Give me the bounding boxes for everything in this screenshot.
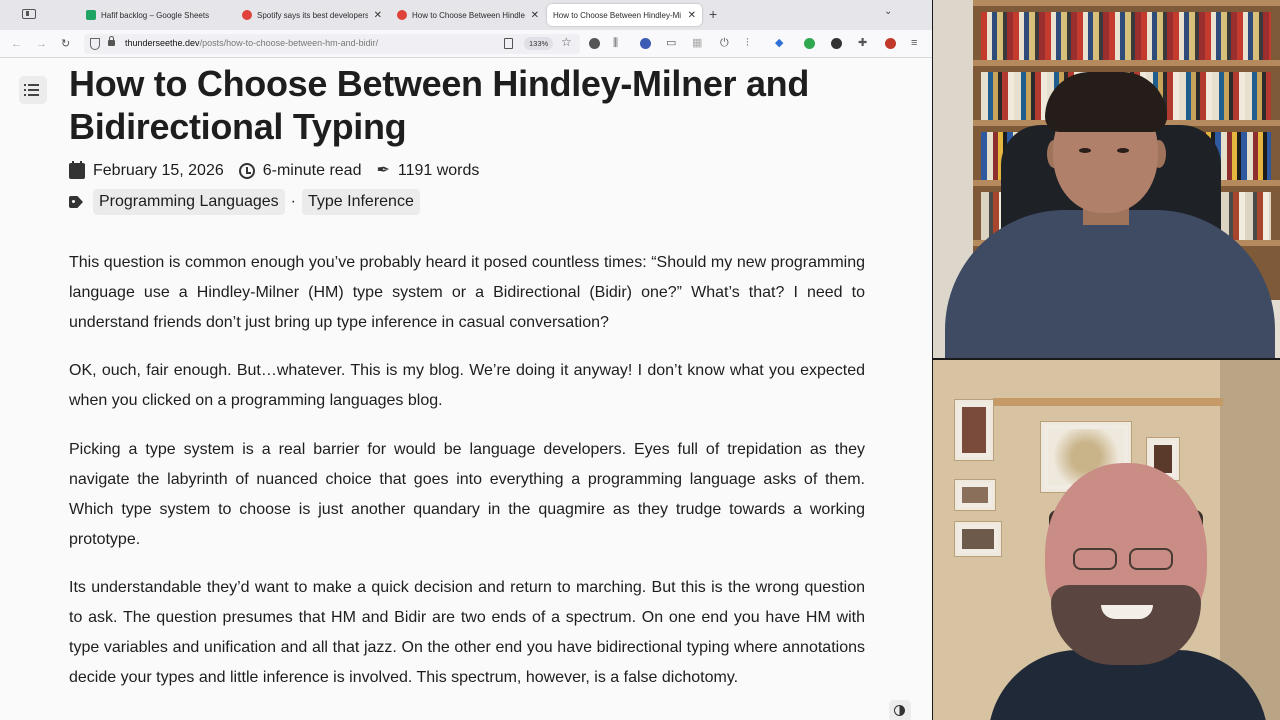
paragraph-4: Its understandable they’d want to make a… — [69, 579, 865, 686]
url-bar[interactable]: thunderseethe.dev/posts/how-to-choose-be… — [84, 34, 580, 54]
person-eye — [1117, 148, 1129, 153]
shelf-board — [973, 60, 1280, 66]
tab-bar: Hafif backlog – Google Sheets Spotify sa… — [0, 0, 932, 30]
tab-label: Spotify says its best developers — [257, 10, 368, 20]
person-torso — [945, 210, 1275, 358]
close-tab-icon[interactable]: ✕ — [374, 10, 382, 21]
close-tab-icon[interactable]: ✕ — [688, 10, 696, 21]
feather-icon: ✒ — [376, 162, 390, 179]
word-count: 1191 words — [397, 162, 480, 179]
equalizer-icon[interactable]: ⫶ — [746, 35, 749, 51]
bookmark-star-icon[interactable]: ☆ — [561, 35, 572, 49]
tab-how-to-choose-1[interactable]: How to Choose Between Hindle ✕ — [391, 4, 545, 26]
sheets-favicon-icon — [86, 10, 96, 20]
url-text[interactable]: thunderseethe.dev/posts/how-to-choose-be… — [125, 38, 378, 48]
sidebar-toggle-icon[interactable] — [22, 9, 36, 19]
webcam-feed-top — [933, 0, 1280, 358]
menu-hamburger-icon[interactable]: ≡ — [911, 35, 917, 51]
extension-gem-icon[interactable]: ◆ — [775, 35, 783, 51]
extension-green-icon[interactable] — [804, 38, 815, 49]
browser-window: Hafif backlog – Google Sheets Spotify sa… — [0, 0, 932, 720]
article-title: How to Choose Between Hindley-Milner and… — [69, 63, 810, 147]
picture-frame — [955, 480, 995, 510]
paragraph-2: OK, ouch, fair enough. But…whatever. Thi… — [69, 362, 865, 409]
clock-icon — [238, 163, 255, 179]
reload-icon[interactable]: ↻ — [61, 36, 70, 52]
site-favicon-icon — [397, 10, 407, 20]
toc-dot — [24, 89, 26, 91]
paragraph-1: This question is common enough you’ve pr… — [69, 254, 865, 331]
tracking-shield-icon[interactable] — [90, 38, 100, 50]
lock-icon[interactable] — [108, 36, 115, 46]
extensions-puzzle-icon[interactable]: ✚ — [858, 35, 867, 51]
tab-label: How to Choose Between Hindle — [412, 10, 525, 20]
picture-frame — [955, 400, 993, 460]
site-favicon-icon — [242, 10, 252, 20]
theme-toggle-icon[interactable] — [889, 700, 911, 720]
forward-arrow-icon[interactable]: → — [36, 36, 47, 52]
extension-circle-icon[interactable] — [589, 38, 600, 49]
extension-globe-icon[interactable] — [640, 38, 651, 49]
table-of-contents-icon[interactable] — [19, 76, 47, 104]
tab-google-sheets[interactable]: Hafif backlog – Google Sheets — [80, 4, 240, 26]
zoom-level-badge[interactable]: 133% — [524, 37, 554, 50]
toc-line — [28, 94, 39, 96]
calendar-icon — [69, 161, 85, 179]
person-smile — [1101, 605, 1153, 619]
tag-type-inference[interactable]: Type Inference — [302, 189, 420, 215]
nav-toolbar: ← → ↻ thunderseethe.dev/posts/how-to-cho… — [0, 30, 932, 58]
toc-dot — [24, 94, 26, 96]
person-eye — [1079, 148, 1091, 153]
post-date: February 15, 2026 — [93, 162, 224, 179]
back-arrow-icon[interactable]: ← — [11, 36, 22, 52]
url-path: /posts/how-to-choose-between-hm-and-bidi… — [199, 38, 379, 48]
tab-list-chevron-icon[interactable]: ⌄ — [884, 6, 892, 17]
sidebar-icon[interactable]: ▭ — [666, 35, 676, 51]
tag-programming-languages[interactable]: Programming Languages — [93, 189, 285, 215]
toc-line — [28, 84, 39, 86]
screenshot-icon[interactable]: ▦ — [692, 35, 702, 51]
tag-separator: · — [290, 193, 296, 210]
extension-red-icon[interactable] — [885, 38, 896, 49]
picture-frame — [955, 522, 1001, 556]
glasses-lens — [1129, 548, 1173, 570]
close-tab-icon[interactable]: ✕ — [531, 10, 539, 21]
tab-how-to-choose-active[interactable]: How to Choose Between Hindley-Mi ✕ — [547, 4, 702, 26]
post-meta: February 15, 2026 6-minute read ✒ 1191 w… — [69, 161, 480, 180]
page-content: How to Choose Between Hindley-Milner and… — [0, 58, 932, 720]
paragraph-3: Picking a type system is a real barrier … — [69, 441, 865, 548]
post-tags: Programming Languages · Type Inference — [69, 189, 420, 215]
url-host: thunderseethe.dev — [125, 38, 200, 48]
new-tab-button[interactable]: + — [709, 6, 717, 22]
shelf-board — [973, 0, 1280, 6]
library-icon[interactable]: ⫼ — [613, 35, 618, 51]
read-time: 6-minute read — [262, 162, 362, 179]
book-row — [981, 12, 1271, 60]
toc-line — [28, 89, 39, 91]
tab-label: How to Choose Between Hindley-Mi — [553, 10, 682, 20]
tab-label: Hafif backlog – Google Sheets — [101, 10, 210, 20]
wall-shelf — [993, 398, 1223, 406]
glasses-lens — [1073, 548, 1117, 570]
tab-spotify-article[interactable]: Spotify says its best developers ✕ — [236, 4, 388, 26]
extension-dark-icon[interactable] — [831, 38, 842, 49]
tag-icon — [69, 196, 83, 208]
toc-dot — [24, 84, 26, 86]
power-icon[interactable]: ⏻ — [720, 35, 729, 51]
person-hair — [1045, 72, 1167, 132]
webcam-feed-bottom — [933, 360, 1280, 720]
reader-view-icon[interactable] — [504, 38, 513, 49]
